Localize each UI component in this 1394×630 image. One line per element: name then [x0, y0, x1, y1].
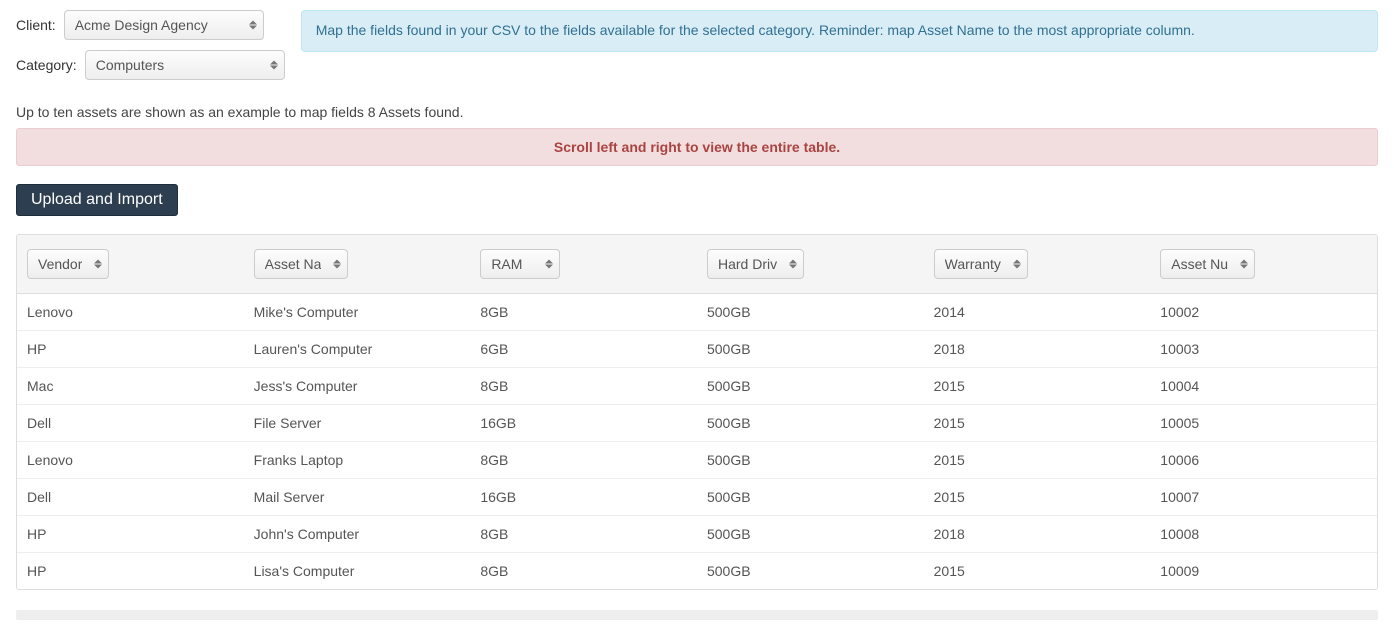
chevron-updown-icon [249, 21, 257, 30]
column-mapping-select[interactable]: Asset Nu [1160, 249, 1255, 279]
table-cell: 500GB [697, 516, 924, 553]
chevron-updown-icon [545, 260, 553, 269]
table-row: DellMail Server16GB500GB201510007 [17, 479, 1377, 516]
chevron-updown-icon [94, 260, 102, 269]
table-cell: Lenovo [17, 442, 244, 479]
table-cell: 500GB [697, 479, 924, 516]
table-cell: 500GB [697, 442, 924, 479]
table-cell: 2014 [924, 294, 1151, 331]
table-cell: 500GB [697, 553, 924, 590]
table-cell: 10005 [1150, 405, 1377, 442]
chevron-updown-icon [1240, 260, 1248, 269]
table-cell: 500GB [697, 331, 924, 368]
table-cell: 2015 [924, 405, 1151, 442]
table-cell: Mike's Computer [244, 294, 471, 331]
table-cell: John's Computer [244, 516, 471, 553]
table-cell: 10004 [1150, 368, 1377, 405]
column-header: Vendor [17, 235, 244, 294]
table-cell: Dell [17, 479, 244, 516]
table-cell: 10008 [1150, 516, 1377, 553]
client-select-value: Acme Design Agency [75, 17, 208, 33]
column-mapping-value: Hard Driv [718, 256, 777, 272]
column-header: Hard Driv [697, 235, 924, 294]
table-cell: HP [17, 553, 244, 590]
table-cell: 2018 [924, 516, 1151, 553]
table-cell: Lenovo [17, 294, 244, 331]
table-cell: 8GB [470, 368, 697, 405]
table-cell: 10009 [1150, 553, 1377, 590]
client-select[interactable]: Acme Design Agency [64, 10, 264, 40]
table-row: MacJess's Computer8GB500GB201510004 [17, 368, 1377, 405]
table-row: LenovoMike's Computer8GB500GB201410002 [17, 294, 1377, 331]
table-cell: 2015 [924, 479, 1151, 516]
table-cell: 8GB [470, 553, 697, 590]
column-header: RAM [470, 235, 697, 294]
table-cell: 10002 [1150, 294, 1377, 331]
chevron-updown-icon [270, 61, 278, 70]
table-cell: 2018 [924, 331, 1151, 368]
column-mapping-value: Vendor [38, 256, 82, 272]
table-row: HPLisa's Computer8GB500GB201510009 [17, 553, 1377, 590]
table-cell: Mail Server [244, 479, 471, 516]
table-cell: 500GB [697, 405, 924, 442]
scroll-warning-banner: Scroll left and right to view the entire… [16, 128, 1378, 166]
info-alert: Map the fields found in your CSV to the … [301, 10, 1378, 52]
table-cell: 500GB [697, 368, 924, 405]
table-cell: Jess's Computer [244, 368, 471, 405]
table-cell: File Server [244, 405, 471, 442]
table-cell: 6GB [470, 331, 697, 368]
chevron-updown-icon [789, 260, 797, 269]
table-cell: Lisa's Computer [244, 553, 471, 590]
column-mapping-select[interactable]: Asset Na [254, 249, 349, 279]
column-mapping-value: Warranty [945, 256, 1001, 272]
table-cell: Lauren's Computer [244, 331, 471, 368]
table-row: LenovoFranks Laptop8GB500GB201510006 [17, 442, 1377, 479]
table-cell: 500GB [697, 294, 924, 331]
column-mapping-select[interactable]: Vendor [27, 249, 109, 279]
table-cell: Dell [17, 405, 244, 442]
column-mapping-value: Asset Nu [1171, 256, 1228, 272]
column-header: Asset Na [244, 235, 471, 294]
client-label: Client: [16, 17, 56, 33]
table-cell: Franks Laptop [244, 442, 471, 479]
asset-table-wrap[interactable]: Vendor Asset Na RAM Hard Driv Warranty Asset … [16, 234, 1378, 590]
column-mapping-select[interactable]: RAM [480, 249, 560, 279]
bottom-scrollbar[interactable] [16, 610, 1378, 620]
table-cell: HP [17, 516, 244, 553]
table-cell: 2015 [924, 368, 1151, 405]
chevron-updown-icon [333, 260, 341, 269]
table-cell: 2015 [924, 442, 1151, 479]
table-cell: 8GB [470, 294, 697, 331]
example-count-text: Up to ten assets are shown as an example… [16, 104, 1378, 120]
column-header: Asset Nu [1150, 235, 1377, 294]
category-label: Category: [16, 57, 77, 73]
table-cell: 8GB [470, 516, 697, 553]
table-row: HPLauren's Computer6GB500GB201810003 [17, 331, 1377, 368]
table-cell: Mac [17, 368, 244, 405]
asset-table: Vendor Asset Na RAM Hard Driv Warranty Asset … [17, 235, 1377, 589]
column-mapping-value: Asset Na [265, 256, 322, 272]
table-cell: 16GB [470, 405, 697, 442]
table-cell: HP [17, 331, 244, 368]
upload-import-button[interactable]: Upload and Import [16, 184, 178, 216]
column-header: Warranty [924, 235, 1151, 294]
table-cell: 16GB [470, 479, 697, 516]
table-cell: 10006 [1150, 442, 1377, 479]
column-mapping-select[interactable]: Warranty [934, 249, 1028, 279]
table-cell: 2015 [924, 553, 1151, 590]
column-mapping-select[interactable]: Hard Driv [707, 249, 804, 279]
category-select[interactable]: Computers [85, 50, 285, 80]
chevron-updown-icon [1013, 260, 1021, 269]
table-cell: 10007 [1150, 479, 1377, 516]
table-row: DellFile Server16GB500GB201510005 [17, 405, 1377, 442]
column-mapping-value: RAM [491, 256, 522, 272]
table-row: HPJohn's Computer8GB500GB201810008 [17, 516, 1377, 553]
category-select-value: Computers [96, 57, 164, 73]
table-cell: 10003 [1150, 331, 1377, 368]
table-cell: 8GB [470, 442, 697, 479]
